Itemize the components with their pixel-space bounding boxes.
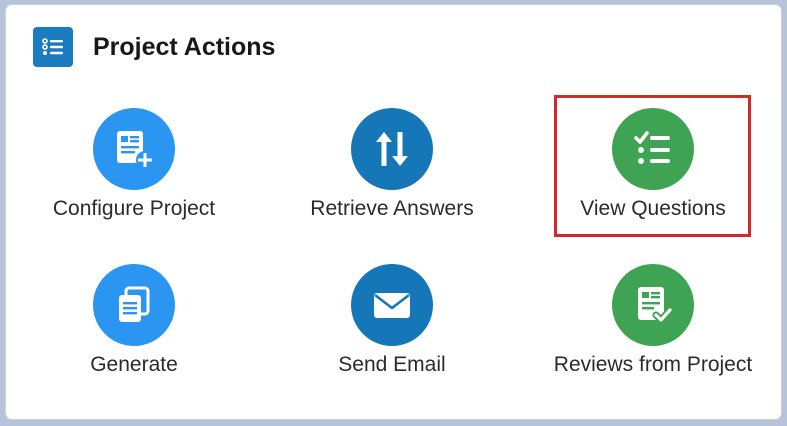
action-label: Reviews from Project <box>553 353 753 376</box>
send-email-action[interactable]: Send Email <box>306 264 478 377</box>
configure-project-action[interactable]: Configure Project <box>48 108 220 221</box>
retrieve-answers-action[interactable]: Retrieve Answers <box>306 108 478 221</box>
sort-arrows-icon[interactable] <box>351 108 433 190</box>
document-check-icon[interactable] <box>612 264 694 346</box>
checklist-icon[interactable] <box>612 108 694 190</box>
action-label: Retrieve Answers <box>310 197 474 220</box>
envelope-icon[interactable] <box>351 264 433 346</box>
project-actions-card: Project Actions Configure Project Retrie… <box>6 5 781 419</box>
form-add-icon[interactable] <box>93 108 175 190</box>
action-label: Configure Project <box>52 197 216 220</box>
list-icon <box>33 27 73 67</box>
copy-documents-icon[interactable] <box>93 264 175 346</box>
action-label: Send Email <box>338 353 446 376</box>
view-questions-action[interactable]: View Questions <box>564 108 742 221</box>
action-label: View Questions <box>580 197 726 220</box>
action-label: Generate <box>90 353 178 376</box>
reviews-from-project-action[interactable]: Reviews from Project <box>548 264 758 377</box>
card-title: Project Actions <box>93 33 276 61</box>
generate-action[interactable]: Generate <box>48 264 220 377</box>
